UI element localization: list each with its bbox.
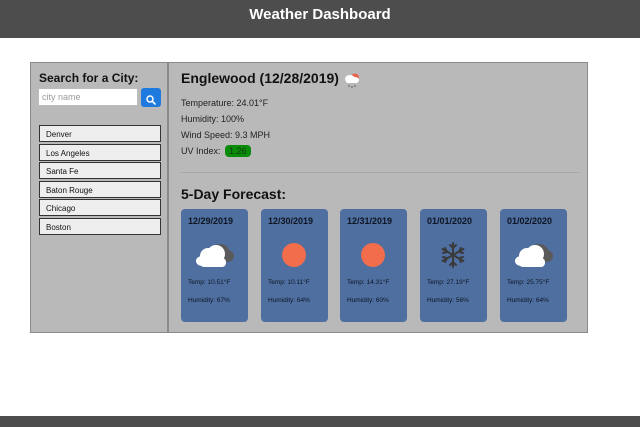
- search-button[interactable]: [141, 88, 161, 107]
- forecast-card: 12/29/2019 Temp: 10.51°F Humidity: 67%: [181, 209, 248, 322]
- city-item-denver[interactable]: Denver: [39, 125, 161, 142]
- forecast-temp: Temp: 10.11°F: [268, 279, 310, 286]
- forecast-date: 12/30/2019: [268, 216, 314, 226]
- forecast-date: 01/01/2020: [427, 216, 473, 226]
- sun-icon: [361, 243, 385, 267]
- app-header: Weather Dashboard: [0, 0, 640, 38]
- current-temperature: Temperature: 24.01°F: [181, 98, 269, 108]
- forecast-temp: Temp: 25.75°F: [507, 279, 550, 286]
- uv-label: UV Index:: [181, 146, 221, 156]
- current-wind-speed: Wind Speed: 9.3 MPH: [181, 130, 271, 140]
- search-icon: [146, 94, 156, 105]
- city-search-input[interactable]: [38, 88, 138, 106]
- forecast-date: 01/02/2020: [507, 216, 553, 226]
- cloud-icon: [515, 244, 553, 267]
- uv-index-badge: 1.26: [225, 145, 251, 157]
- forecast-card: 12/31/2019 Temp: 14.31°F Humidity: 60%: [340, 209, 407, 322]
- forecast-humidity: Humidity: 60%: [347, 297, 389, 304]
- current-uv: UV Index: 1.26: [181, 145, 251, 157]
- city-item-santa-fe[interactable]: Santa Fe: [39, 162, 161, 180]
- search-title: Search for a City:: [39, 71, 139, 85]
- page-title: Weather Dashboard: [249, 6, 391, 23]
- weather-panel: Englewood (12/28/2019) Temperature: 24.0…: [168, 62, 588, 333]
- cloud-snow-icon: [345, 73, 359, 88]
- forecast-date: 12/29/2019: [188, 216, 234, 226]
- forecast-card: 12/30/2019 Temp: 10.11°F Humidity: 64%: [261, 209, 328, 322]
- footer-bar: [0, 416, 640, 427]
- sun-icon: [282, 243, 306, 267]
- cloud-icon: [196, 244, 234, 267]
- city-item-los-angeles[interactable]: Los Angeles: [39, 143, 161, 161]
- current-humidity: Humidity: 100%: [181, 114, 245, 124]
- divider: [181, 172, 579, 173]
- forecast-date: 12/31/2019: [347, 216, 393, 226]
- forecast-humidity: Humidity: 64%: [268, 297, 310, 304]
- forecast-temp: Temp: 27.19°F: [427, 279, 470, 286]
- forecast-card: 01/01/2020 Temp: 27.19°F Humidity: 56%: [420, 209, 487, 322]
- forecast-humidity: Humidity: 67%: [188, 297, 230, 304]
- forecast-temp: Temp: 14.31°F: [347, 279, 390, 286]
- forecast-temp: Temp: 10.51°F: [188, 279, 231, 286]
- current-city-title: Englewood (12/28/2019): [181, 70, 339, 86]
- city-item-boston[interactable]: Boston: [39, 217, 161, 235]
- forecast-title: 5-Day Forecast:: [181, 186, 287, 202]
- search-sidebar: Search for a City: Denver Los Angeles Sa…: [30, 62, 168, 333]
- snowflake-icon: [441, 242, 465, 268]
- forecast-humidity: Humidity: 64%: [507, 297, 549, 304]
- forecast-card: 01/02/2020 Temp: 25.75°F Humidity: 64%: [500, 209, 567, 322]
- city-item-baton-rouge[interactable]: Baton Rouge: [39, 180, 161, 198]
- city-item-chicago[interactable]: Chicago: [39, 199, 161, 217]
- forecast-humidity: Humidity: 56%: [427, 297, 469, 304]
- city-history-list: Denver Los Angeles Santa Fe Baton Rouge …: [39, 125, 161, 237]
